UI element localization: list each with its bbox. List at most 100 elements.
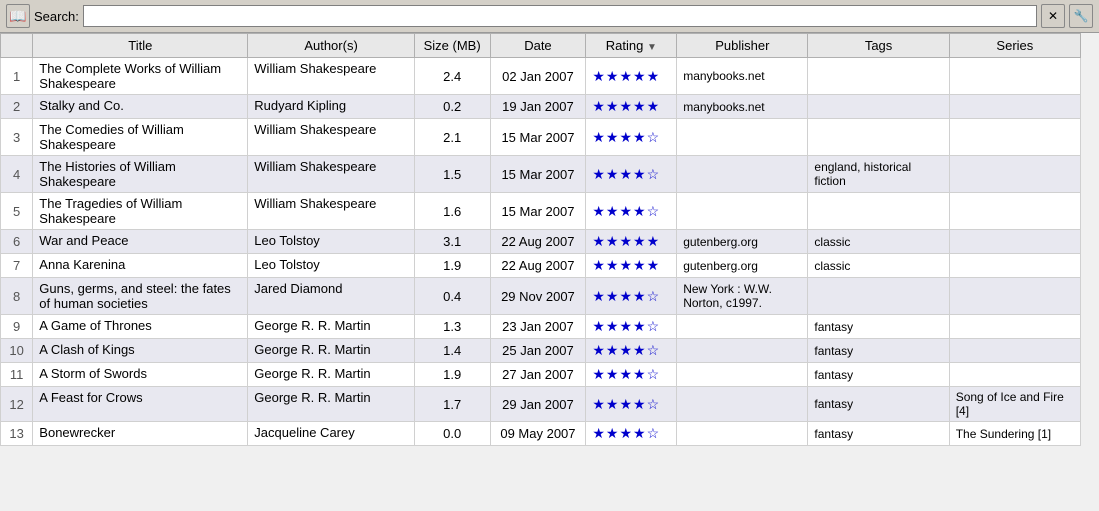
star-rating: ★★★★★ xyxy=(592,68,660,84)
cell-tags: classic xyxy=(808,230,949,254)
cell-authors: George R. R. Martin xyxy=(248,387,415,422)
star-rating: ★★★★☆ xyxy=(592,342,660,358)
cell-tags xyxy=(808,119,949,156)
star-rating: ★★★★★ xyxy=(592,257,660,273)
cell-authors: George R. R. Martin xyxy=(248,363,415,387)
search-label: Search: xyxy=(34,9,79,24)
table-row[interactable]: 12 A Feast for Crows George R. R. Martin… xyxy=(1,387,1081,422)
cell-date: 15 Mar 2007 xyxy=(490,193,586,230)
cell-authors: Rudyard Kipling xyxy=(248,95,415,119)
star-rating: ★★★★☆ xyxy=(592,129,660,145)
table-header-row: Title Author(s) Size (MB) Date Rating ▼ … xyxy=(1,34,1081,58)
table-row[interactable]: 8 Guns, germs, and steel: the fates of h… xyxy=(1,278,1081,315)
cell-rating: ★★★★★ xyxy=(586,58,677,95)
cell-date: 29 Jan 2007 xyxy=(490,387,586,422)
cell-num: 13 xyxy=(1,422,33,446)
col-header-date[interactable]: Date xyxy=(490,34,586,58)
table-row[interactable]: 9 A Game of Thrones George R. R. Martin … xyxy=(1,315,1081,339)
cell-authors: Leo Tolstoy xyxy=(248,230,415,254)
star-rating: ★★★★★ xyxy=(592,98,660,114)
search-clear-button[interactable]: ✕ xyxy=(1041,4,1065,28)
cell-num: 2 xyxy=(1,95,33,119)
cell-authors: William Shakespeare xyxy=(248,119,415,156)
cell-series xyxy=(949,315,1080,339)
cell-tags: fantasy xyxy=(808,339,949,363)
cell-publisher xyxy=(677,422,808,446)
cell-tags: fantasy xyxy=(808,422,949,446)
col-header-rating[interactable]: Rating ▼ xyxy=(586,34,677,58)
col-header-size[interactable]: Size (MB) xyxy=(414,34,490,58)
cell-num: 6 xyxy=(1,230,33,254)
cell-publisher: New York : W.W. Norton, c1997. xyxy=(677,278,808,315)
cell-publisher: manybooks.net xyxy=(677,95,808,119)
col-header-title[interactable]: Title xyxy=(33,34,248,58)
cell-tags: fantasy xyxy=(808,363,949,387)
cell-rating: ★★★★★ xyxy=(586,254,677,278)
table-row[interactable]: 5 The Tragedies of William Shakespeare W… xyxy=(1,193,1081,230)
cell-series xyxy=(949,119,1080,156)
cell-date: 15 Mar 2007 xyxy=(490,156,586,193)
table-row[interactable]: 10 A Clash of Kings George R. R. Martin … xyxy=(1,339,1081,363)
star-rating: ★★★★☆ xyxy=(592,366,660,382)
cell-num: 4 xyxy=(1,156,33,193)
star-rating: ★★★★☆ xyxy=(592,203,660,219)
cell-rating: ★★★★☆ xyxy=(586,193,677,230)
star-rating: ★★★★☆ xyxy=(592,425,660,441)
cell-authors: William Shakespeare xyxy=(248,156,415,193)
cell-date: 23 Jan 2007 xyxy=(490,315,586,339)
cell-title: Anna Karenina xyxy=(33,254,248,278)
table-row[interactable]: 2 Stalky and Co. Rudyard Kipling 0.2 19 … xyxy=(1,95,1081,119)
star-rating: ★★★★☆ xyxy=(592,318,660,334)
cell-title: Stalky and Co. xyxy=(33,95,248,119)
col-header-authors[interactable]: Author(s) xyxy=(248,34,415,58)
cell-publisher xyxy=(677,363,808,387)
cell-num: 9 xyxy=(1,315,33,339)
cell-series xyxy=(949,193,1080,230)
cell-size: 0.4 xyxy=(414,278,490,315)
cell-title: A Game of Thrones xyxy=(33,315,248,339)
cell-num: 1 xyxy=(1,58,33,95)
table-row[interactable]: 1 The Complete Works of William Shakespe… xyxy=(1,58,1081,95)
table-row[interactable]: 7 Anna Karenina Leo Tolstoy 1.9 22 Aug 2… xyxy=(1,254,1081,278)
cell-num: 7 xyxy=(1,254,33,278)
cell-title: Guns, germs, and steel: the fates of hum… xyxy=(33,278,248,315)
cell-publisher xyxy=(677,315,808,339)
cell-size: 0.2 xyxy=(414,95,490,119)
search-icon-button[interactable]: 📖 xyxy=(6,4,30,28)
search-settings-button[interactable]: 🔧 xyxy=(1069,4,1093,28)
cell-title: A Feast for Crows xyxy=(33,387,248,422)
cell-size: 3.1 xyxy=(414,230,490,254)
cell-size: 0.0 xyxy=(414,422,490,446)
cell-authors: Jared Diamond xyxy=(248,278,415,315)
cell-publisher xyxy=(677,156,808,193)
table-row[interactable]: 6 War and Peace Leo Tolstoy 3.1 22 Aug 2… xyxy=(1,230,1081,254)
cell-series xyxy=(949,230,1080,254)
cell-rating: ★★★★☆ xyxy=(586,387,677,422)
col-header-tags[interactable]: Tags xyxy=(808,34,949,58)
search-input[interactable] xyxy=(83,5,1037,27)
cell-title: The Comedies of William Shakespeare xyxy=(33,119,248,156)
cell-series xyxy=(949,363,1080,387)
book-table-container: Title Author(s) Size (MB) Date Rating ▼ … xyxy=(0,33,1099,506)
cell-rating: ★★★★★ xyxy=(586,95,677,119)
star-rating: ★★★★★ xyxy=(592,233,660,249)
cell-tags: england, historical fiction xyxy=(808,156,949,193)
cell-num: 8 xyxy=(1,278,33,315)
cell-rating: ★★★★☆ xyxy=(586,339,677,363)
cell-num: 3 xyxy=(1,119,33,156)
table-row[interactable]: 4 The Histories of William Shakespeare W… xyxy=(1,156,1081,193)
cell-publisher xyxy=(677,193,808,230)
table-row[interactable]: 3 The Comedies of William Shakespeare Wi… xyxy=(1,119,1081,156)
table-row[interactable]: 13 Bonewrecker Jacqueline Carey 0.0 09 M… xyxy=(1,422,1081,446)
cell-size: 1.5 xyxy=(414,156,490,193)
cell-size: 2.4 xyxy=(414,58,490,95)
table-row[interactable]: 11 A Storm of Swords George R. R. Martin… xyxy=(1,363,1081,387)
cell-rating: ★★★★☆ xyxy=(586,422,677,446)
cell-tags xyxy=(808,95,949,119)
cell-num: 5 xyxy=(1,193,33,230)
col-header-publisher[interactable]: Publisher xyxy=(677,34,808,58)
cell-tags xyxy=(808,58,949,95)
col-header-series[interactable]: Series xyxy=(949,34,1080,58)
cell-date: 22 Aug 2007 xyxy=(490,254,586,278)
cell-authors: George R. R. Martin xyxy=(248,315,415,339)
